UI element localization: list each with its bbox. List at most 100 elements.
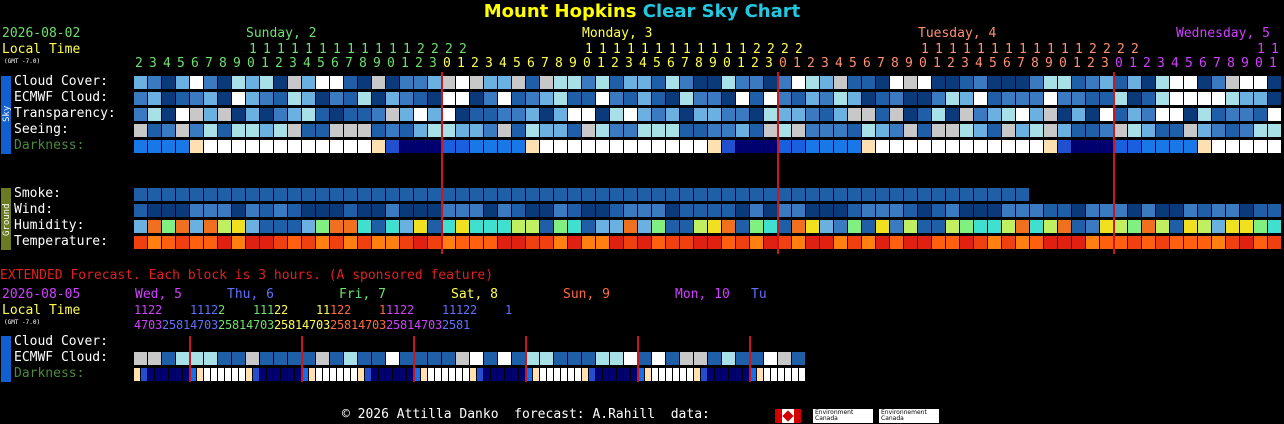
cloud-cover-cell: [666, 76, 679, 89]
ext-darkness-cell: [799, 368, 805, 381]
ecmwf-cloud-cell: [316, 92, 329, 105]
ext-darkness-cell: [645, 368, 651, 381]
ecmwf-cloud-cell: [442, 92, 455, 105]
cloud-cover-cell: [1002, 76, 1015, 89]
temperature-cell: [246, 236, 259, 249]
darkness-cell: [274, 140, 287, 153]
ext-darkness-cell: [484, 368, 490, 381]
humidity-cell: [400, 220, 413, 233]
cloud-cover-cell: [848, 76, 861, 89]
ext-ecmwf-cell: [736, 352, 749, 365]
wind-cell: [176, 204, 189, 217]
smoke-cell: [344, 188, 357, 201]
humidity-cell: [764, 220, 777, 233]
cloud-cover-cell: [540, 76, 553, 89]
tens-digit: 1: [1005, 42, 1013, 57]
tens-digit: 1: [389, 42, 397, 57]
ext-darkness-cell: [365, 368, 371, 381]
transparency-cell: [1170, 108, 1183, 121]
ext-darkness-cell: [330, 368, 336, 381]
seeing-cell: [484, 124, 497, 137]
ext-darkness-cell: [288, 368, 294, 381]
humidity-cell: [176, 220, 189, 233]
cloud-cover-cell: [1254, 76, 1267, 89]
hour-digit: 7: [1017, 56, 1025, 71]
hour-digit: 1: [597, 56, 605, 71]
seeing-cell: [862, 124, 875, 137]
cloud-cover-cell: [218, 76, 231, 89]
ecmwf-cloud-cell: [848, 92, 861, 105]
cloud-cover-cell: [288, 76, 301, 89]
humidity-cell: [512, 220, 525, 233]
cloud-cover-cell: [694, 76, 707, 89]
smoke-cell: [386, 188, 399, 201]
tens-digit: 1: [739, 42, 747, 57]
hour-digit: 4: [835, 56, 843, 71]
env-canada-logo-fr[interactable]: Environnement Canada: [879, 409, 939, 423]
smoke-cell: [526, 188, 539, 201]
humidity-cell: [876, 220, 889, 233]
transparency-cell: [1240, 108, 1253, 121]
seeing-cell: [1226, 124, 1239, 137]
ext-ecmwf-cell: [540, 352, 553, 365]
smoke-cell: [666, 188, 679, 201]
ecmwf-cloud-cell: [610, 92, 623, 105]
seeing-cell: [1240, 124, 1253, 137]
ecmwf-cloud-cell: [1002, 92, 1015, 105]
darkness-cell: [470, 140, 483, 153]
seeing-cell: [176, 124, 189, 137]
cloud-cover-cell: [736, 76, 749, 89]
ext-tens-digit: 2: [470, 303, 478, 317]
transparency-cell: [1100, 108, 1113, 121]
tens-digit: 2: [459, 42, 467, 57]
tens-digit: 1: [291, 42, 299, 57]
transparency-cell: [470, 108, 483, 121]
wind-cell: [1212, 204, 1225, 217]
tens-digit: 1: [1061, 42, 1069, 57]
temperature-cell: [820, 236, 833, 249]
darkness-cell: [484, 140, 497, 153]
hour-digit: 5: [1185, 56, 1193, 71]
ecmwf-cloud-cell: [1142, 92, 1155, 105]
humidity-cell: [1240, 220, 1253, 233]
cloud-cover-cell: [806, 76, 819, 89]
hour-digit: 4: [499, 56, 507, 71]
hour-digit: 7: [1213, 56, 1221, 71]
ecmwf-cloud-cell: [876, 92, 889, 105]
hour-digit: 3: [289, 56, 297, 71]
transparency-cell: [540, 108, 553, 121]
wind-cell: [680, 204, 693, 217]
transparency-cell: [666, 108, 679, 121]
transparency-cell: [512, 108, 525, 121]
ext-ecmwf-cell: [470, 352, 483, 365]
cloud-cover-cell: [862, 76, 875, 89]
darkness-cell: [176, 140, 189, 153]
wind-cell: [1268, 204, 1281, 217]
hour-digit: 3: [149, 56, 157, 71]
cloud-cover-cell: [134, 76, 147, 89]
transparency-cell: [1016, 108, 1029, 121]
smoke-cell: [162, 188, 175, 201]
wind-cell: [428, 204, 441, 217]
ext-darkness-cell: [792, 368, 798, 381]
cloud-cover-cell: [554, 76, 567, 89]
transparency-cell: [176, 108, 189, 121]
ext-ecmwf-cell: [162, 352, 175, 365]
seeing-cell: [568, 124, 581, 137]
darkness-cell: [288, 140, 301, 153]
tens-digit: 1: [697, 42, 705, 57]
day-label-tuesday: Tuesday, 4: [918, 26, 997, 41]
env-canada-logo[interactable]: Environment Canada: [813, 409, 873, 423]
wind-cell: [750, 204, 763, 217]
temperature-cell: [232, 236, 245, 249]
wind-cell: [1114, 204, 1127, 217]
ext-day-wed: Wed, 5: [135, 287, 182, 302]
cloud-cover-cell: [876, 76, 889, 89]
ext-darkness-cell: [708, 368, 714, 381]
darkness-cell: [302, 140, 315, 153]
cloud-cover-cell: [274, 76, 287, 89]
wind-cell: [624, 204, 637, 217]
ext-darkness-cell: [498, 368, 504, 381]
humidity-cell: [582, 220, 595, 233]
ecmwf-cloud-cell: [806, 92, 819, 105]
